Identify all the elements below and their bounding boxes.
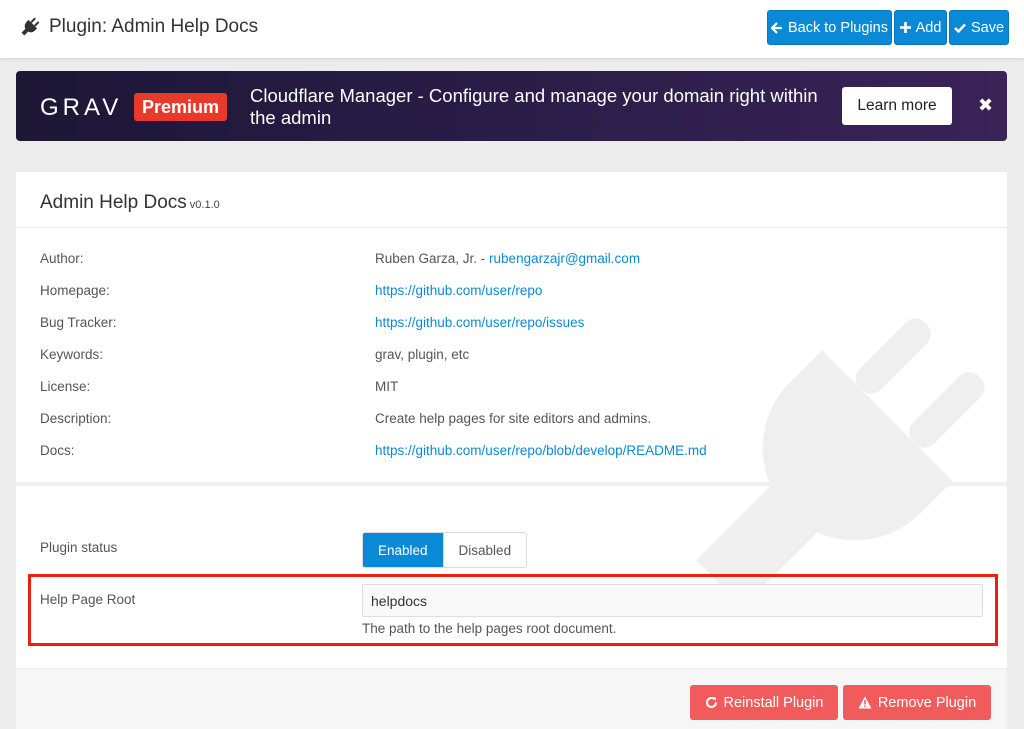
info-label: Author:: [40, 251, 84, 266]
enabled-option[interactable]: Enabled: [363, 533, 443, 567]
info-label: Bug Tracker:: [40, 315, 117, 330]
panel-header: Admin Help Docs v0.1.0: [16, 172, 1007, 228]
page-title-wrap: Plugin: Admin Help Docs: [20, 16, 258, 38]
info-label: Keywords:: [40, 347, 104, 362]
license-value: MIT: [375, 379, 399, 394]
save-button-label: Save: [970, 19, 1005, 36]
plugin-status-toggle: Enabled Disabled: [362, 532, 528, 568]
save-button[interactable]: Save: [949, 10, 1009, 45]
grav-logo: GRAV: [40, 94, 123, 121]
arrow-left-icon: [771, 21, 783, 34]
remove-plugin-button[interactable]: Remove Plugin: [843, 685, 991, 720]
help-page-root-label: Help Page Root: [40, 592, 136, 607]
plugin-version: v0.1.0: [189, 199, 220, 211]
reinstall-label: Reinstall Plugin: [723, 694, 824, 711]
disabled-option[interactable]: Disabled: [442, 533, 527, 567]
info-value: https://github.com/user/repo: [375, 283, 542, 298]
info-value: https://github.com/user/repo/blob/develo…: [375, 443, 707, 458]
premium-badge: Premium: [134, 93, 228, 121]
author-email-link[interactable]: rubengarzajr@gmail.com: [489, 251, 640, 266]
info-value: https://github.com/user/repo/issues: [375, 315, 584, 330]
info-row-keywords: Keywords: grav, plugin, etc: [40, 347, 980, 365]
premium-banner: GRAV Premium Cloudflare Manager - Config…: [16, 71, 1007, 141]
info-row-docs: Docs: https://github.com/user/repo/blob/…: [40, 443, 980, 461]
page-title: Plugin: Admin Help Docs: [49, 16, 259, 37]
info-label: Homepage:: [40, 283, 110, 298]
info-row-bug-tracker: Bug Tracker: https://github.com/user/rep…: [40, 315, 980, 333]
learn-more-button[interactable]: Learn more: [842, 87, 952, 125]
warning-icon: [858, 696, 872, 709]
plug-icon: [21, 17, 40, 36]
keywords-value: grav, plugin, etc: [375, 347, 470, 362]
description-value: Create help pages for site editors and a…: [375, 411, 652, 426]
plugin-status-label: Plugin status: [40, 540, 118, 555]
info-label: Description:: [40, 411, 112, 426]
plugin-panel: Admin Help Docs v0.1.0 Author: Ruben Garz…: [16, 172, 1007, 729]
back-button-label: Back to Plugins: [788, 19, 888, 36]
top-bar: Plugin: Admin Help Docs Back to Plugins …: [0, 0, 1024, 58]
info-row-description: Description: Create help pages for site …: [40, 411, 980, 429]
plus-icon: [899, 22, 911, 33]
docs-link[interactable]: https://github.com/user/repo/blob/develo…: [375, 443, 707, 458]
help-page-root-hint: The path to the help pages root document…: [362, 621, 617, 636]
add-button[interactable]: Add: [894, 10, 947, 45]
info-row-author: Author: Ruben Garza, Jr. - rubengarzajr@…: [40, 251, 980, 269]
back-to-plugins-button[interactable]: Back to Plugins: [767, 10, 892, 45]
add-button-label: Add: [915, 19, 942, 36]
author-name: Ruben Garza, Jr. -: [375, 251, 490, 266]
help-page-root-input[interactable]: [362, 584, 983, 617]
plugin-name: Admin Help Docs: [40, 192, 187, 213]
plugin-title: Admin Help Docs v0.1.0: [40, 192, 220, 214]
homepage-link[interactable]: https://github.com/user/repo: [375, 283, 542, 298]
info-label: Docs:: [40, 443, 75, 458]
info-label: License:: [40, 379, 91, 394]
section-divider: [16, 482, 1007, 486]
remove-label: Remove Plugin: [877, 694, 977, 711]
banner-message: Cloudflare Manager - Configure and manag…: [250, 85, 818, 128]
info-row-homepage: Homepage: https://github.com/user/repo: [40, 283, 980, 301]
info-row-license: License: MIT: [40, 379, 980, 397]
reinstall-plugin-button[interactable]: Reinstall Plugin: [690, 685, 838, 720]
bug-tracker-link[interactable]: https://github.com/user/repo/issues: [375, 315, 584, 330]
refresh-icon: [705, 696, 718, 709]
check-icon: [954, 23, 966, 33]
close-banner-icon[interactable]: ✖: [978, 95, 993, 116]
info-value: Ruben Garza, Jr. - rubengarzajr@gmail.co…: [375, 251, 640, 266]
